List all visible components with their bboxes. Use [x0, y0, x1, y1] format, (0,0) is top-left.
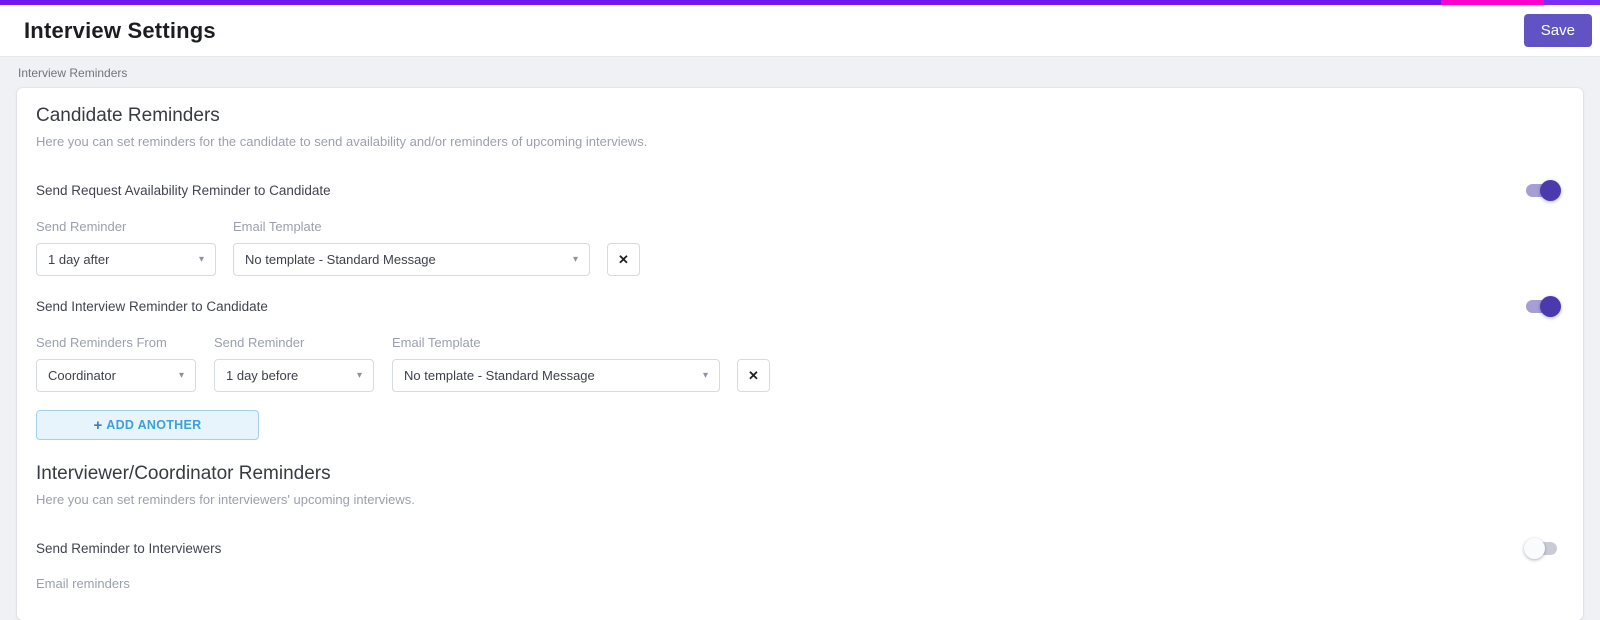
send-from-select[interactable]: Coordinator ▾ [36, 359, 196, 392]
interview-reminders-card: Candidate Reminders Here you can set rem… [17, 88, 1583, 620]
chevron-down-icon: ▾ [178, 370, 184, 381]
interview-reminder-row: Send Interview Reminder to Candidate [36, 296, 1564, 317]
save-button[interactable]: Save [1523, 14, 1592, 47]
send-reminder-value: 1 day before [226, 368, 299, 383]
plus-icon: + [93, 416, 103, 434]
send-reminder-field: Send Reminder 1 day after ▾ [36, 219, 216, 276]
interviewer-reminders-title: Interviewer/Coordinator Reminders [36, 463, 331, 484]
chevron-down-icon: ▾ [356, 370, 362, 381]
remove-availability-reminder-button[interactable]: ✕ [607, 243, 640, 276]
add-another-label: ADD ANOTHER [106, 418, 202, 432]
send-reminder-select[interactable]: 1 day before ▾ [214, 359, 374, 392]
email-template-label: Email Template [233, 219, 322, 234]
send-reminder-label: Send Reminder [36, 219, 127, 234]
page-title: Interview Settings [24, 17, 216, 43]
close-icon: ✕ [618, 251, 629, 267]
email-template-select[interactable]: No template - Standard Message ▾ [233, 243, 590, 276]
remove-interview-reminder-button[interactable]: ✕ [737, 359, 770, 392]
interviewer-reminder-toggle[interactable] [1524, 538, 1561, 559]
send-reminder-select[interactable]: 1 day after ▾ [36, 243, 216, 276]
chevron-down-icon: ▾ [198, 254, 204, 265]
interview-reminder-toggle[interactable] [1524, 296, 1561, 317]
close-icon: ✕ [748, 367, 759, 383]
send-reminder-field: Send Reminder 1 day before ▾ [196, 335, 374, 392]
email-reminders-label: Email reminders [36, 576, 130, 591]
send-reminder-label: Send Reminder [214, 335, 305, 350]
availability-reminder-toggle[interactable] [1524, 180, 1561, 201]
email-template-label: Email Template [392, 335, 481, 350]
email-template-field: Email Template No template - Standard Me… [374, 335, 720, 392]
page-header: Interview Settings Save [0, 5, 1600, 57]
availability-reminder-label: Send Request Availability Reminder to Ca… [36, 183, 331, 198]
interviewer-reminders-description: Here you can set reminders for interview… [36, 492, 415, 507]
interview-fields-row: Send Reminders From Coordinator ▾ Send R… [36, 335, 1564, 392]
candidate-reminders-description: Here you can set reminders for the candi… [36, 134, 648, 149]
availability-fields-row: Send Reminder 1 day after ▾ Email Templa… [36, 219, 1564, 276]
interview-reminder-label: Send Interview Reminder to Candidate [36, 299, 268, 314]
email-template-value: No template - Standard Message [245, 252, 436, 267]
breadcrumb: Interview Reminders [0, 57, 1600, 88]
toggle-knob [1540, 180, 1561, 201]
send-from-value: Coordinator [48, 368, 116, 383]
email-template-value: No template - Standard Message [404, 368, 595, 383]
chevron-down-icon: ▾ [572, 254, 578, 265]
email-template-field: Email Template No template - Standard Me… [216, 219, 590, 276]
send-reminder-value: 1 day after [48, 252, 110, 267]
send-from-field: Send Reminders From Coordinator ▾ [36, 335, 196, 392]
interviewer-reminder-row: Send Reminder to Interviewers [36, 538, 1564, 559]
availability-reminder-row: Send Request Availability Reminder to Ca… [36, 180, 1564, 201]
breadcrumb-label: Interview Reminders [18, 66, 128, 80]
chevron-down-icon: ▾ [702, 370, 708, 381]
add-another-button[interactable]: + ADD ANOTHER [36, 410, 259, 440]
toggle-knob [1524, 538, 1545, 559]
interviewer-reminder-label: Send Reminder to Interviewers [36, 541, 222, 556]
toggle-knob [1540, 296, 1561, 317]
email-template-select[interactable]: No template - Standard Message ▾ [392, 359, 720, 392]
candidate-reminders-title: Candidate Reminders [36, 105, 220, 126]
send-from-label: Send Reminders From [36, 335, 167, 350]
